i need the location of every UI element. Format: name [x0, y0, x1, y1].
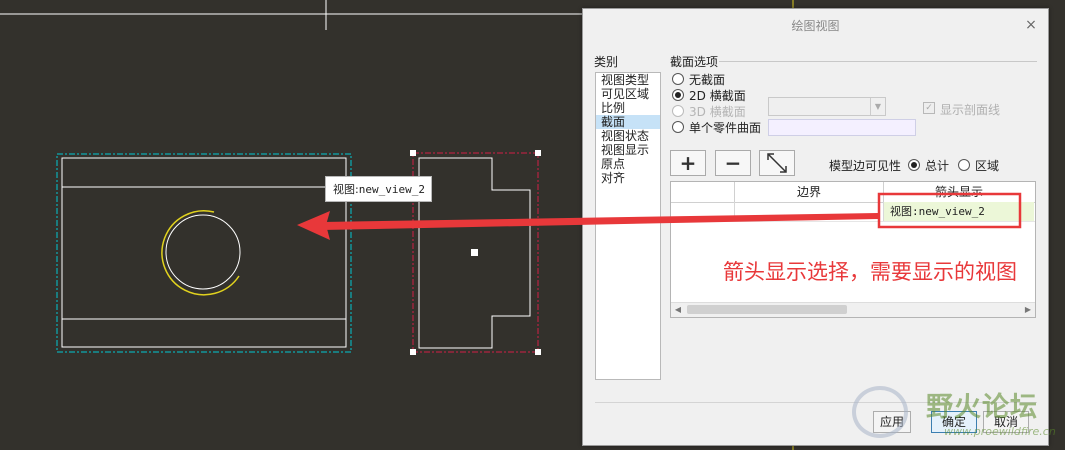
model-edge-visibility-label: 模型边可见性 — [829, 159, 902, 173]
ok-button[interactable]: 确定 — [931, 411, 977, 433]
category-item-sections[interactable]: 截面 — [596, 115, 660, 129]
view-name-tooltip: 视图:new_view_2 — [325, 176, 432, 202]
radio-3d-section — [672, 105, 684, 117]
category-item-origin[interactable]: 原点 — [596, 157, 660, 171]
cell-boundary[interactable] — [735, 202, 884, 221]
category-item-alignment[interactable]: 对齐 — [596, 171, 660, 185]
table-header: 边界 箭头显示 — [671, 182, 1035, 203]
footer-divider — [595, 402, 1037, 403]
corner-handle-br[interactable] — [535, 349, 541, 355]
radio-vis-total[interactable] — [908, 159, 920, 171]
corner-handle-tl[interactable] — [410, 150, 416, 156]
header-arrow-display[interactable]: 箭头显示 — [884, 182, 1034, 202]
radio-single-surface[interactable] — [672, 121, 684, 133]
category-item-view-type[interactable]: 视图类型 — [596, 73, 660, 87]
scroll-right-icon[interactable]: ▶ — [1021, 303, 1035, 317]
dialog-title: 绘图视图 — [791, 19, 840, 33]
radio-single-surface-label: 单个零件曲面 — [689, 121, 762, 135]
chevron-down-icon: ▼ — [870, 98, 885, 115]
scrollbar-thumb[interactable] — [687, 305, 847, 314]
radio-no-section[interactable] — [672, 73, 684, 85]
radio-no-section-label: 无截面 — [689, 73, 726, 87]
flip-arrow-icon — [767, 153, 787, 173]
category-item-view-states[interactable]: 视图状态 — [596, 129, 660, 143]
tooltip-prefix: 视图: — [333, 183, 359, 196]
header-name[interactable] — [671, 182, 735, 202]
add-section-button[interactable]: + — [670, 150, 706, 176]
surface-select-field[interactable] — [768, 119, 916, 136]
section-select-combo: ▼ — [768, 97, 886, 116]
cancel-button[interactable]: 取消 — [983, 411, 1029, 433]
apply-button[interactable]: 应用 — [873, 411, 911, 433]
group-divider — [719, 61, 1037, 62]
show-hatch-label: 显示剖面线 — [940, 103, 1001, 117]
corner-handle-tr[interactable] — [535, 150, 541, 156]
tooltip-view-name: new_view_2 — [358, 183, 425, 196]
radio-3d-section-label: 3D 横截面 — [689, 105, 746, 119]
hole-circle — [165, 214, 241, 290]
category-item-visible-area[interactable]: 可见区域 — [596, 87, 660, 101]
minus-icon: − — [724, 151, 742, 175]
close-icon[interactable]: × — [1024, 18, 1038, 32]
view-selection-border-cyan — [56, 153, 352, 353]
scroll-left-icon[interactable]: ◀ — [671, 303, 685, 317]
plus-icon: + — [679, 151, 697, 175]
category-label: 类别 — [594, 55, 619, 69]
hole-highlight-arc — [161, 210, 240, 296]
category-item-view-display[interactable]: 视图显示 — [596, 143, 660, 157]
table-row[interactable]: 视图:new_view_2 — [671, 202, 1035, 222]
remove-section-button[interactable]: − — [715, 150, 751, 176]
radio-2d-section[interactable] — [672, 89, 684, 101]
annotation-text: 箭头显示选择，需要显示的视图 — [723, 260, 1017, 284]
show-hatch-checkbox: ✓ — [923, 102, 935, 114]
section-options-title: 截面选项 — [670, 55, 719, 69]
section-table: 边界 箭头显示 视图:new_view_2 ◀ ▶ — [670, 181, 1036, 318]
front-view[interactable] — [56, 153, 352, 353]
corner-handle-bl[interactable] — [410, 349, 416, 355]
radio-vis-area-label: 区域 — [975, 159, 1000, 173]
flip-direction-button[interactable] — [759, 150, 795, 176]
radio-vis-area[interactable] — [958, 159, 970, 171]
header-boundary[interactable]: 边界 — [735, 182, 884, 202]
category-item-scale[interactable]: 比例 — [596, 101, 660, 115]
view-center-handle[interactable] — [471, 249, 478, 256]
radio-2d-section-label: 2D 横截面 — [689, 89, 746, 103]
drawing-view-dialog: 绘图视图 × 类别 视图类型 可见区域 比例 截面 视图状态 视图显示 原点 对… — [582, 8, 1049, 446]
table-horizontal-scrollbar[interactable]: ◀ ▶ — [671, 302, 1035, 317]
cell-name[interactable] — [671, 202, 735, 221]
category-list: 视图类型 可见区域 比例 截面 视图状态 视图显示 原点 对齐 — [595, 72, 661, 380]
cell-arrow-display[interactable]: 视图:new_view_2 — [884, 202, 1034, 221]
radio-vis-total-label: 总计 — [925, 159, 950, 173]
